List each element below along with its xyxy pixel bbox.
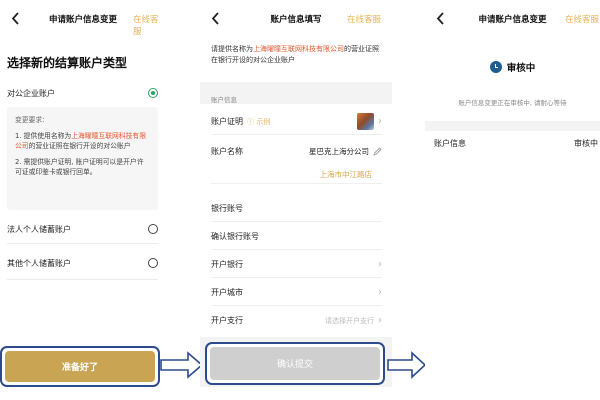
confirm-bank-account-row[interactable]: 确认银行账号	[211, 223, 382, 250]
status-text: 审核中	[506, 63, 536, 74]
row-label: 开户银行	[211, 259, 243, 269]
bank-account-row[interactable]: 银行账号	[211, 195, 382, 222]
row-value: ›	[357, 112, 382, 130]
navbar: 账户信息填写 在线客服	[200, 0, 392, 38]
arrow-right-icon	[387, 351, 427, 379]
row-value: 审核中	[574, 139, 598, 148]
row-label: 银行账号	[211, 203, 243, 213]
requirement-item-1: 1. 提供使用名称为上海曜曈互联网科技有限公司的营业证照在银行开设的对公账户	[15, 131, 150, 152]
option-other-savings[interactable]: 其他个人储蓄账户	[7, 253, 158, 273]
branch-placeholder: 请选择开户支行	[325, 316, 374, 325]
option-corporate-account[interactable]: 对公企业账户	[7, 83, 158, 103]
proof-thumbnail[interactable]	[357, 112, 374, 130]
account-proof-row[interactable]: 账户证明 ⓘ 示例 ›	[211, 108, 382, 135]
row-value: 星巴克上海分公司	[309, 146, 382, 157]
clock-icon	[489, 61, 502, 73]
requirement-text: 的营业证照在银行开设的对公账户	[28, 142, 131, 150]
status-description: 账户信息变更正在审核中, 请耐心等待	[458, 99, 567, 107]
example-link[interactable]: ⓘ 示例	[247, 118, 270, 126]
row-label: 账户证明 ⓘ 示例	[211, 116, 271, 126]
divider	[7, 279, 158, 280]
option-label: 法人个人储蓄账户	[7, 224, 71, 234]
chevron-right-icon: ›	[378, 286, 382, 298]
screen-fill-account-info: 账户信息填写 在线客服 请提供名称为上海曜曈互联网科技有限公司的营业证照在银行开…	[200, 0, 392, 387]
row-label: 开户城市	[211, 287, 243, 297]
radio-unselected[interactable]	[148, 258, 158, 268]
section-label: 账户信息	[211, 96, 237, 104]
option-label: 其他个人储蓄账户	[7, 258, 71, 268]
chevron-right-icon: ›	[378, 115, 382, 127]
row-label: 账户信息	[434, 139, 466, 148]
confirm-submit-button[interactable]: 确认提交	[210, 347, 380, 380]
ready-button[interactable]: 准备好了	[5, 351, 155, 382]
online-service-link[interactable]: 在线客服	[133, 13, 166, 37]
online-service-link[interactable]: 在线客服	[347, 13, 381, 25]
city-row[interactable]: 开户城市 ›	[211, 279, 382, 306]
account-info-card: 账户证明 ⓘ 示例 › 账户名称 星巴克上海分公司 上海市中江路店 银行账号 确认…	[200, 104, 392, 337]
radio-unselected[interactable]	[148, 224, 158, 234]
online-service-link[interactable]: 在线客服	[565, 13, 599, 25]
navbar: 申请账户信息变更 在线客服	[0, 0, 166, 38]
account-info-row[interactable]: 账户信息 审核中	[434, 138, 598, 149]
row-value: 请选择开户支行 ›	[325, 315, 382, 326]
navbar: 申请账户信息变更 在线客服	[425, 0, 600, 38]
divider	[7, 243, 158, 244]
requirements-box: 变更要求: 1. 提供使用名称为上海曜曈互联网科技有限公司的营业证照在银行开设的…	[7, 107, 158, 210]
row-label: 开户支行	[211, 316, 243, 325]
screen-select-account-type: 申请账户信息变更 在线客服 选择新的结算账户类型 对公企业账户 变更要求: 1.…	[0, 0, 166, 387]
row-label: 账户名称	[211, 147, 243, 156]
edit-icon[interactable]	[373, 147, 382, 156]
company-name: 上海曜曈互联网科技有限公司	[253, 45, 344, 53]
status-panel: 审核中 账户信息变更正在审核中, 请耐心等待	[425, 38, 600, 121]
option-legal-person-savings[interactable]: 法人个人储蓄账户	[7, 219, 158, 239]
option-label: 对公企业账户	[7, 88, 55, 98]
account-name-row[interactable]: 账户名称 星巴克上海分公司	[211, 138, 382, 165]
account-name-value: 星巴克上海分公司	[309, 147, 369, 156]
status-line: 审核中	[425, 60, 600, 74]
chevron-right-icon: ›	[378, 315, 382, 326]
ready-button-frame: 准备好了	[0, 346, 160, 387]
account-name-sub-row: 上海市中江路店	[211, 166, 382, 184]
chevron-right-icon: ›	[378, 258, 382, 270]
row-label: 确认银行账号	[211, 231, 259, 241]
account-info-card: 账户信息 审核中	[425, 131, 600, 387]
store-name: 上海市中江路店	[319, 170, 373, 179]
branch-row[interactable]: 开户支行 请选择开户支行 ›	[211, 307, 382, 334]
submit-button-frame: 确认提交	[205, 342, 385, 385]
screen-review-status: 申请账户信息变更 在线客服 审核中 账户信息变更正在审核中, 请耐心等待 账户信…	[425, 0, 600, 387]
requirements-title: 变更要求:	[15, 116, 45, 124]
section-heading: 选择新的结算账户类型	[7, 56, 128, 70]
intro-text: 请提供名称为上海曜曈互联网科技有限公司的营业证照在银行开设的对公企业账户	[200, 38, 392, 82]
intro-text-part: 请提供名称为	[211, 45, 253, 53]
arrow-right-icon	[160, 351, 204, 379]
requirement-item-2: 2. 需提供账户证明, 账户证明可以是开户许可证或印鉴卡或银行回单。	[15, 157, 144, 177]
requirement-text: 1. 提供使用名称为	[15, 131, 72, 140]
radio-selected[interactable]	[148, 88, 158, 98]
bank-row[interactable]: 开户银行 ›	[211, 251, 382, 278]
